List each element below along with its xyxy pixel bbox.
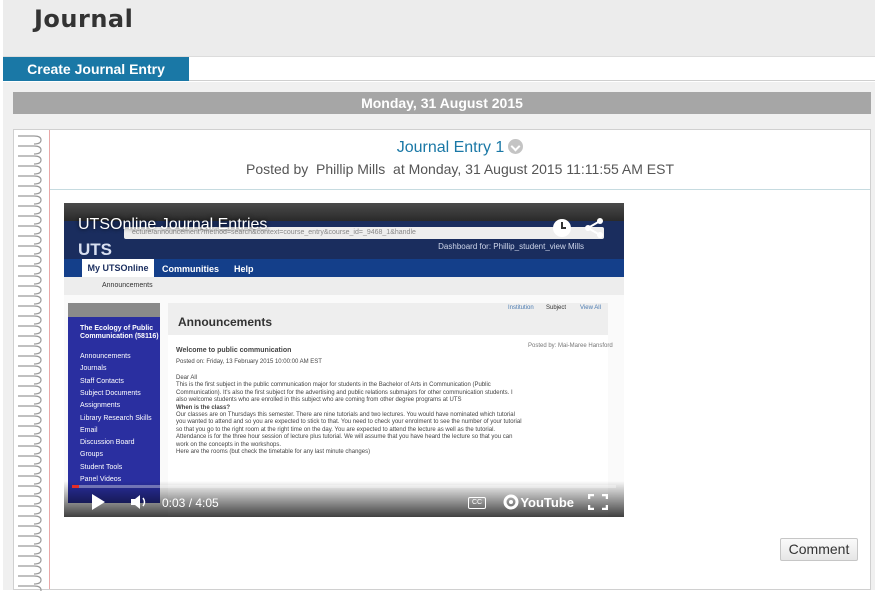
- posted-by-label: Posted by: [245, 161, 309, 177]
- spiral-rings-icon: [18, 135, 42, 591]
- page-header: Journal: [3, 0, 875, 57]
- embedded-sidebar-item: Journals: [80, 365, 107, 373]
- embedded-nav-my-utsonline: My UTSOnline: [82, 259, 154, 277]
- embedded-sidebar-item: Library Research Skills: [80, 414, 152, 422]
- embedded-post-line: Communication). It's also the first subj…: [176, 389, 513, 396]
- entry-date: at Monday, 31 August 2015 11:11:55 AM ES…: [393, 161, 675, 177]
- date-header: Monday, 31 August 2015: [13, 92, 871, 114]
- embedded-subject-title: The Ecology of Public Communication (581…: [80, 325, 159, 340]
- watch-later-share-icons: [553, 218, 603, 238]
- embedded-nav-help: Help: [234, 264, 254, 274]
- embedded-post-line: When is the class?: [176, 404, 231, 411]
- video-player[interactable]: ecture/announcement?method=search&contex…: [64, 203, 624, 517]
- embedded-sidebar-item: Announcements: [80, 353, 131, 360]
- youtube-logo[interactable]: YouTube: [520, 495, 574, 510]
- chevron-down-icon[interactable]: [508, 139, 524, 154]
- entry-header: Journal Entry 1 Posted by Phillip Mills …: [50, 130, 870, 190]
- captions-icon[interactable]: CC: [468, 497, 486, 509]
- embedded-post-line: work on the concepts in the workshops.: [176, 441, 282, 448]
- entry-title-link[interactable]: Journal Entry 1: [397, 139, 505, 156]
- video-progress-bar[interactable]: [72, 485, 616, 488]
- video-progress-fill: [72, 485, 79, 488]
- entry-title-row: Journal Entry 1: [50, 139, 870, 157]
- journal-panel: Monday, 31 August 2015 Journal Entry 1 P…: [3, 82, 875, 591]
- embedded-sidebar-item: Discussion Board: [80, 439, 135, 447]
- embedded-post-line: so that you go to the right room at the …: [176, 426, 496, 433]
- video-timecode: 0:03 / 4:05: [162, 496, 219, 510]
- embedded-post-line: Dear All: [176, 375, 198, 381]
- embedded-sidebar-item: Groups: [80, 451, 103, 459]
- fullscreen-icon[interactable]: [588, 494, 608, 510]
- embedded-tab-institution: Institution: [508, 305, 534, 311]
- settings-gear-icon[interactable]: [502, 493, 520, 511]
- embedded-post-line: Our classes are on Thursdays this semest…: [176, 412, 515, 418]
- volume-icon[interactable]: [130, 494, 148, 510]
- embedded-post-date: Posted on: Friday, 13 February 2015 10:0…: [176, 359, 322, 365]
- embedded-tab-view-all: View All: [580, 305, 601, 311]
- embedded-sidebar-item: Subject Documents: [80, 389, 141, 397]
- action-bar: Create Journal Entry: [3, 57, 875, 81]
- play-icon[interactable]: [90, 493, 106, 511]
- video-top-icons: [552, 217, 610, 244]
- embedded-nav-communities: Communities: [162, 264, 220, 274]
- embedded-post-line: you wanted to attend and so you are expe…: [176, 419, 522, 426]
- embedded-post-line: Attendance is for the three hour session…: [176, 434, 513, 441]
- embedded-heading: Announcements: [178, 315, 273, 329]
- embedded-post-line: Here are the rooms (but check the timeta…: [176, 449, 371, 455]
- entry-meta: Posted by Phillip Mills at Monday, 31 Au…: [50, 161, 870, 177]
- embedded-sidebar-item: Email: [80, 426, 98, 434]
- embedded-breadcrumb: Announcements: [102, 282, 153, 289]
- embedded-post-title: Welcome to public communication: [176, 347, 292, 354]
- embedded-post-line: also welcome students who are enrolled i…: [176, 397, 462, 404]
- video-title[interactable]: UTSOnline Journal Entries: [78, 216, 267, 234]
- embedded-post-line: This is the first subject in the public …: [176, 382, 491, 389]
- create-journal-entry-button[interactable]: Create Journal Entry: [3, 57, 189, 81]
- journal-entry: Journal Entry 1 Posted by Phillip Mills …: [50, 130, 870, 589]
- embedded-sidebar-item: Assignments: [80, 402, 121, 410]
- embedded-posted-by: Posted by: Mai-Maree Hansford: [528, 343, 613, 349]
- embedded-sidebar-head: [68, 303, 160, 317]
- comment-button[interactable]: Comment: [780, 538, 858, 561]
- spiral-binding: [14, 130, 48, 591]
- embedded-sidebar-item: Student Tools: [80, 463, 123, 471]
- page-title: Journal: [34, 5, 134, 33]
- embedded-tab-subject: Subject: [546, 305, 567, 311]
- embedded-uts-logo: UTS: [78, 240, 112, 259]
- entry-author: Phillip Mills: [316, 161, 386, 177]
- journal-notebook: Journal Entry 1 Posted by Phillip Mills …: [13, 129, 871, 591]
- video-controls: 0:03 / 4:05 CC YouTube: [64, 481, 624, 517]
- embedded-sidebar-item: Staff Contacts: [80, 377, 124, 385]
